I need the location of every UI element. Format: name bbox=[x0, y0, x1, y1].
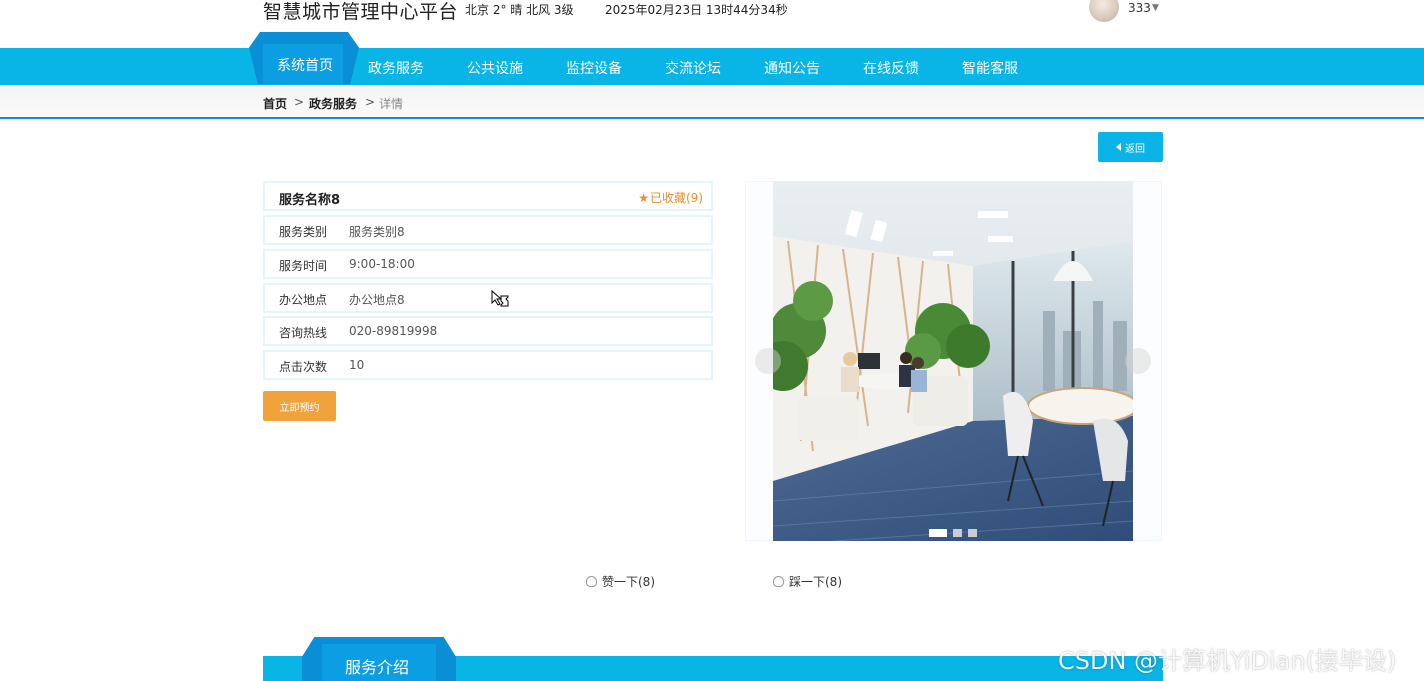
like-label: 赞一下(8) bbox=[602, 575, 655, 589]
info-label: 咨询热线 bbox=[279, 326, 328, 340]
info-label: 办公地点 bbox=[279, 293, 328, 307]
nav-item-gov-services[interactable]: 政务服务 bbox=[368, 58, 424, 78]
thumbs-up-icon bbox=[586, 576, 597, 587]
back-button-label: 返回 bbox=[1125, 143, 1145, 155]
info-label: 服务时间 bbox=[279, 259, 328, 273]
star-icon: ★ bbox=[638, 191, 649, 205]
carousel-prev-button[interactable] bbox=[755, 348, 781, 374]
info-value: 10 bbox=[349, 358, 365, 372]
info-row: 办公地点 办公地点8 bbox=[263, 283, 713, 313]
arrow-left-icon bbox=[1116, 143, 1121, 151]
section-title: 服务介绍 bbox=[345, 658, 410, 677]
breadcrumb-separator: > bbox=[294, 95, 305, 109]
info-row: 服务时间 9:00-18:00 bbox=[263, 249, 713, 279]
book-now-button[interactable]: 立即预约 bbox=[263, 391, 336, 421]
watermark-text: CSDN @计算机YiDian(接毕设) bbox=[1058, 647, 1397, 675]
info-label: 点击次数 bbox=[279, 360, 328, 374]
info-row: 咨询热线 020-89819998 bbox=[263, 316, 713, 346]
busy-cursor-icon bbox=[491, 290, 509, 307]
thumbs-down-icon bbox=[773, 576, 784, 587]
dislike-button[interactable]: 踩一下(8) bbox=[773, 573, 842, 590]
office-photo bbox=[773, 181, 1133, 541]
favorite-button[interactable]: ★已收藏(9) bbox=[638, 189, 703, 206]
carousel-dot[interactable] bbox=[968, 529, 977, 537]
carousel-dot-active[interactable] bbox=[929, 529, 947, 537]
info-value: 办公地点8 bbox=[349, 293, 405, 307]
top-bar: 智慧城市管理中心平台 北京 2° 晴 北风 3级 2025年02月23日 13时… bbox=[0, 0, 1424, 48]
breadcrumb bbox=[0, 85, 1424, 119]
info-label: 服务类别 bbox=[279, 225, 328, 239]
info-value: 9:00-18:00 bbox=[349, 257, 415, 271]
like-button[interactable]: 赞一下(8) bbox=[586, 573, 655, 590]
breadcrumb-current: 详情 bbox=[379, 97, 404, 111]
dislike-label: 踩一下(8) bbox=[789, 575, 842, 589]
nav-item-monitoring[interactable]: 监控设备 bbox=[566, 58, 622, 78]
breadcrumb-section[interactable]: 政务服务 bbox=[309, 95, 357, 112]
site-title: 智慧城市管理中心平台 bbox=[263, 1, 459, 23]
nav-item-home[interactable]: 系统首页 bbox=[277, 55, 333, 75]
info-row: 服务类别 服务类别8 bbox=[263, 215, 713, 245]
nav-item-smart-service[interactable]: 智能客服 bbox=[962, 58, 1018, 78]
back-button[interactable]: 返回 bbox=[1098, 132, 1163, 162]
nav-item-feedback[interactable]: 在线反馈 bbox=[863, 58, 919, 78]
nav-item-notices[interactable]: 通知公告 bbox=[764, 58, 820, 78]
breadcrumb-separator: > bbox=[365, 95, 376, 109]
carousel-next-button[interactable] bbox=[1125, 348, 1151, 374]
favorite-label: 已收藏(9) bbox=[650, 191, 703, 205]
info-value: 020-89819998 bbox=[349, 324, 438, 338]
chevron-down-icon[interactable]: ▼ bbox=[1152, 3, 1159, 13]
info-row: 点击次数 10 bbox=[263, 350, 713, 380]
carousel-dot[interactable] bbox=[953, 529, 962, 537]
user-avatar[interactable] bbox=[1089, 0, 1119, 22]
service-name: 服务名称8 bbox=[279, 193, 341, 208]
breadcrumb-home[interactable]: 首页 bbox=[263, 95, 287, 112]
user-name[interactable]: 333 bbox=[1128, 1, 1151, 15]
nav-item-public-facilities[interactable]: 公共设施 bbox=[467, 58, 523, 78]
service-title-row: 服务名称8 ★已收藏(9) bbox=[263, 181, 713, 211]
current-datetime: 2025年02月23日 13时44分34秒 bbox=[605, 3, 788, 17]
nav-item-forum[interactable]: 交流论坛 bbox=[665, 58, 721, 78]
weather-info: 北京 2° 晴 北风 3级 bbox=[465, 3, 574, 17]
info-value: 服务类别8 bbox=[349, 225, 405, 239]
